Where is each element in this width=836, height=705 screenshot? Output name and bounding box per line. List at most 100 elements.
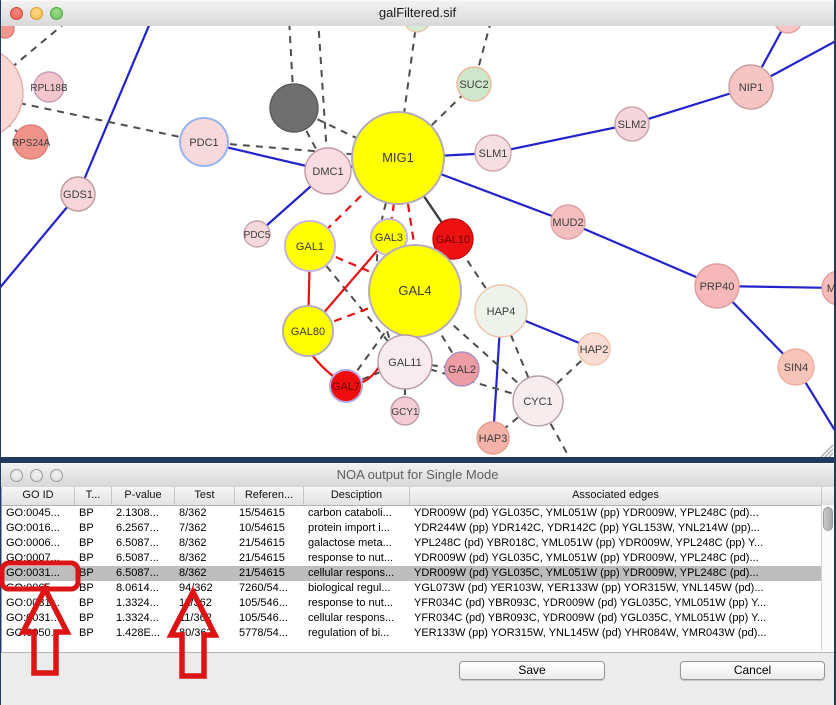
table-row[interactable]: GO:0050...BP1.428E...80/3625778/54...reg… [2,626,834,641]
column-header-p-value[interactable]: P-value [112,487,175,505]
graph-window-titlebar[interactable]: galFiltered.sif [1,0,834,27]
cell: YDR244W (pp) YDR142C, YDR142C (pp) YGL15… [410,521,822,536]
resize-grip[interactable] [829,453,833,457]
table-row[interactable]: GO:0007...BP6.5087...8/36221/54615respon… [2,551,834,566]
cell: response to nut... [304,596,410,611]
graph-window-title: galFiltered.sif [1,5,834,20]
cell: 6.2567... [112,521,175,536]
go-results-table: GO IDT...P-valueTestReferen...Desciption… [1,487,834,652]
cell: 8.0614... [112,581,175,596]
node-top-green[interactable] [404,26,430,32]
table-row[interactable]: GO:0031...BP6.5087...8/36221/54615cellul… [2,566,834,581]
noa-window-title: NOA output for Single Mode [1,467,834,482]
cell: YGL073W (pd) YER103W, YER133W (pp) YOR31… [410,581,822,596]
node-top-right[interactable] [774,26,802,33]
cell: 15/54615 [235,506,304,521]
table-row[interactable]: GO:0065...BP8.0614...94/3627260/54...bio… [2,581,834,596]
cancel-button[interactable]: Cancel [680,661,825,680]
cell: BP [75,611,112,626]
cell: biological regul... [304,581,410,596]
cell: 1.428E... [112,626,175,641]
column-header-associated-edges[interactable]: Associated edges [410,487,822,505]
resize-grip[interactable] [825,449,833,457]
cell: BP [75,521,112,536]
cell: 94/362 [175,581,235,596]
node-big-left[interactable] [1,47,23,139]
column-header-go-id[interactable]: GO ID [2,487,75,505]
node-gray-node[interactable] [270,84,318,132]
cell: 6.5087... [112,566,175,581]
cell: response to nut... [304,551,410,566]
node-label-SUC2: SUC2 [459,79,488,91]
cell: 6.5087... [112,551,175,566]
node-label-SLM2: SLM2 [618,119,647,131]
cell: BP [75,506,112,521]
edge-blue [1,194,78,296]
node-label-DMC1: DMC1 [312,166,343,178]
cell: GO:0065... [2,581,75,596]
scrollbar-thumb[interactable] [823,507,833,531]
node-label-RPL18B: RPL18B [30,83,68,94]
cell: 5778/54... [235,626,304,641]
node-label-PRP40: PRP40 [700,281,735,293]
node-label-HAP4: HAP4 [487,306,516,318]
vertical-scrollbar[interactable] [821,505,834,651]
node-label-GAL11: GAL11 [388,357,421,369]
cell: 21/54615 [235,551,304,566]
graph-window: galFiltered.sif RPL18BRPS24AGDS1PDC1DMC1… [1,0,834,457]
table-row[interactable]: GO:0031...BP1.3324...11/362105/546...res… [2,596,834,611]
node-label-SIN4: SIN4 [784,362,808,374]
column-header-t-[interactable]: T... [75,487,112,505]
cell: GO:0050... [2,626,75,641]
node-corner-tl[interactable] [1,26,14,38]
node-label-RPS24A: RPS24A [12,138,51,149]
table-body: GO:0045...BP2.1308...8/36215/54615carbon… [2,506,834,641]
cell: 21/54615 [235,536,304,551]
cell: BP [75,581,112,596]
column-header-desciption[interactable]: Desciption [304,487,410,505]
column-header-referen-[interactable]: Referen... [235,487,304,505]
cell: BP [75,626,112,641]
column-header-test[interactable]: Test [175,487,235,505]
node-label-PDC5: PDC5 [244,230,271,241]
node-label-NIP1: NIP1 [739,82,763,94]
cell: BP [75,596,112,611]
node-label-SLM1: SLM1 [479,148,508,160]
edge-reddash [408,204,415,250]
cell: 7/362 [175,521,235,536]
save-button[interactable]: Save [459,661,605,680]
edge-dash [11,26,71,68]
table-row[interactable]: GO:0045...BP2.1308...8/36215/54615carbon… [2,506,834,521]
cell: galactose meta... [304,536,410,551]
cell: cellular respons... [304,566,410,581]
node-label-GAL7: GAL7 [332,381,360,393]
node-label-GAL80: GAL80 [291,326,325,338]
edge-blue [568,222,717,286]
node-label-HAP2: HAP2 [580,344,609,356]
table-row[interactable]: GO:0006...BP6.5087...8/36221/54615galact… [2,536,834,551]
cell: BP [75,551,112,566]
cell: YDR009W (pd) YGL035C, YML051W (pp) YDR00… [410,566,822,581]
node-label-GAL10: GAL10 [436,234,470,246]
table-row[interactable]: GO:0031...BP1.3324...11/362105/546...cel… [2,611,834,626]
cell: BP [75,536,112,551]
cell: 105/546... [235,596,304,611]
node-label-MUD2: MUD2 [552,217,583,229]
cell: 1.3324... [112,596,175,611]
cell: 7260/54... [235,581,304,596]
cell: 8/362 [175,551,235,566]
node-label-PDC1: PDC1 [189,137,218,149]
table-row[interactable]: GO:0016...BP6.2567...7/36210/54615protei… [2,521,834,536]
node-label-MSN: MSN [827,283,834,295]
cell: 1.3324... [112,611,175,626]
cell: 2.1308... [112,506,175,521]
cell: GO:0031... [2,611,75,626]
cell: 11/362 [175,611,235,626]
cell: 6.5087... [112,536,175,551]
cell: cellular respons... [304,611,410,626]
cell: GO:0031... [2,596,75,611]
cell: 8/362 [175,536,235,551]
network-canvas[interactable]: RPL18BRPS24AGDS1PDC1DMC1MIG1SUC2SLM1NIP1… [1,26,834,457]
noa-window-titlebar[interactable]: NOA output for Single Mode [1,463,834,488]
node-label-CYC1: CYC1 [523,396,552,408]
